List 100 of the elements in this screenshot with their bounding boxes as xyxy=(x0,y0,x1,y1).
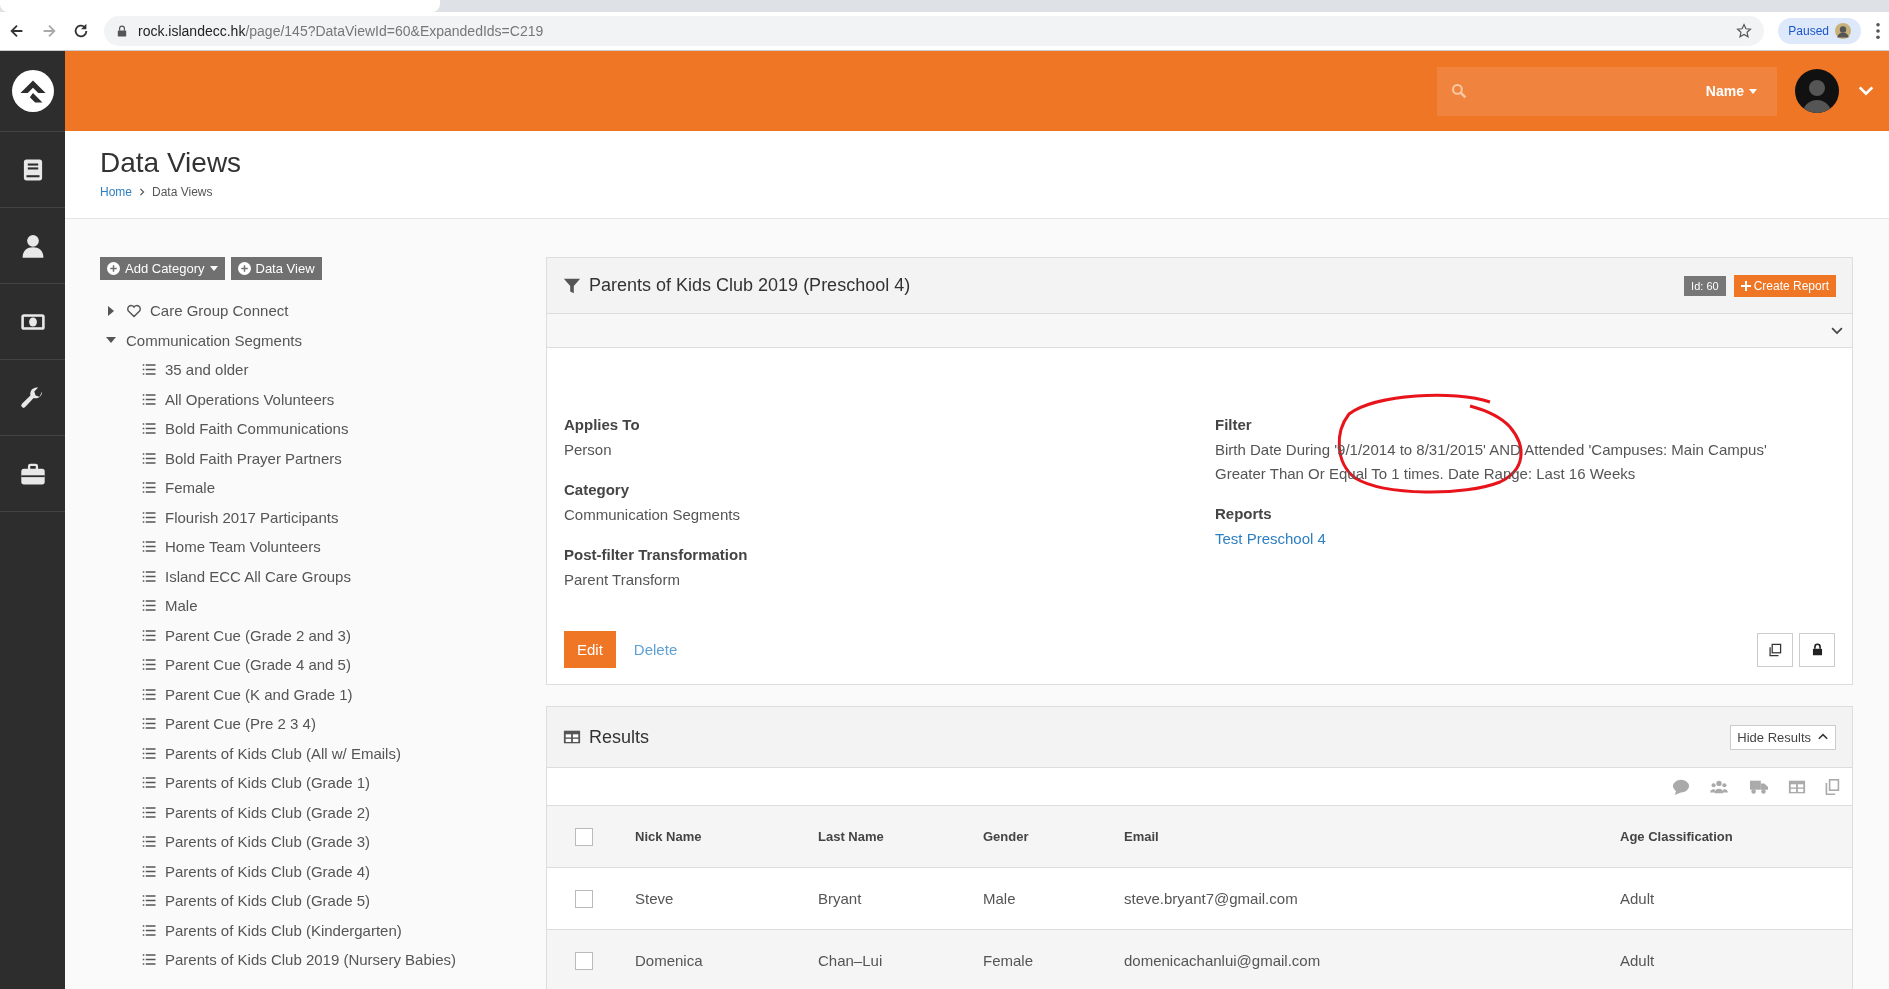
toolbar-button[interactable]: Data View xyxy=(230,257,322,280)
list-icon xyxy=(142,804,157,820)
list-icon xyxy=(142,480,157,496)
tree-item[interactable]: Parents of Kids Club (Grade 3) xyxy=(165,833,371,851)
tree-item[interactable]: Female xyxy=(165,479,216,497)
address-bar[interactable]: rock.islandecc.hk/page/145?DataViewId=60&ExpandedIds=C219 xyxy=(104,16,1765,46)
more-icon xyxy=(1875,22,1881,40)
toolbar-button[interactable]: Add Category xyxy=(100,257,225,280)
list-icon xyxy=(142,686,157,702)
table-cell-text: Female xyxy=(983,952,1035,969)
list-icon xyxy=(142,922,157,938)
column-header[interactable]: Nick Name xyxy=(635,829,818,844)
field-label: Applies To xyxy=(564,416,641,433)
tree-item[interactable]: Flourish 2017 Participants xyxy=(165,508,339,526)
id-badge: Id: 60 xyxy=(1684,275,1726,296)
copy-button[interactable] xyxy=(1757,632,1793,667)
table-cell-text: Steve xyxy=(635,890,675,907)
tree-item[interactable]: 35 and older xyxy=(165,361,249,379)
tree-item[interactable]: Parents of Kids Club (Grade 1) xyxy=(165,774,371,792)
avatar-icon xyxy=(1835,23,1851,39)
tree-item[interactable]: Parent Cue (K and Grade 1) xyxy=(165,685,353,703)
caret-down-icon xyxy=(1749,88,1757,94)
hide-results-button[interactable]: Hide Results xyxy=(1730,724,1836,750)
panel-title: Parents of Kids Club 2019 (Preschool 4) xyxy=(589,275,912,296)
table-cell-text: Domenica xyxy=(635,952,704,969)
tree-item[interactable]: Care Group Connect xyxy=(150,302,289,320)
list-icon xyxy=(142,627,157,643)
column-header[interactable]: Email xyxy=(1124,829,1620,844)
tree-item[interactable]: Parents of Kids Club (Grade 4) xyxy=(165,862,371,880)
caret-right-icon xyxy=(108,305,114,316)
heart-icon xyxy=(126,302,142,319)
plus-circle-icon xyxy=(107,262,120,275)
select-all-checkbox[interactable] xyxy=(575,827,593,846)
search-icon xyxy=(1451,83,1467,99)
tree-item[interactable]: Parents of Kids Club (All w/ Emails) xyxy=(165,744,401,762)
table-cell-text: Adult xyxy=(1620,890,1656,907)
plus-circle-icon xyxy=(237,262,251,275)
tree-item[interactable]: Parent Cue (Grade 2 and 3) xyxy=(165,626,351,644)
lock-icon xyxy=(1810,643,1824,656)
copy-icon xyxy=(1768,642,1782,657)
field-label: Category xyxy=(564,481,631,498)
breadcrumb-current: Data Views xyxy=(152,185,213,199)
field-value: Communication Segments xyxy=(564,505,741,525)
table-icon xyxy=(563,728,581,746)
page-title: Data Views xyxy=(100,147,243,179)
list-icon xyxy=(142,863,157,879)
report-link[interactable]: Test Preschool 4 xyxy=(1215,530,1326,547)
list-icon xyxy=(142,391,157,407)
field-value: Parent Transform xyxy=(564,570,681,590)
tree-item[interactable]: Communication Segments xyxy=(126,331,302,349)
security-button[interactable] xyxy=(1799,632,1835,667)
tree-item[interactable]: Island ECC All Care Groups xyxy=(165,567,351,585)
tree-item[interactable]: All Operations Volunteers xyxy=(165,390,335,408)
list-icon xyxy=(142,716,157,732)
list-icon xyxy=(142,745,157,761)
tree-item[interactable]: Bold Faith Prayer Partners xyxy=(165,449,342,467)
list-icon xyxy=(142,775,157,791)
field-label: Reports xyxy=(1215,505,1273,522)
caret-down-icon xyxy=(106,337,116,344)
plus-icon xyxy=(1740,280,1751,291)
table-cell-text: Bryant xyxy=(818,890,863,907)
reload-icon xyxy=(72,22,90,40)
field-value: Person xyxy=(564,440,613,460)
row-checkbox[interactable] xyxy=(575,951,593,970)
column-header[interactable]: Age Classification xyxy=(1620,829,1852,844)
table-cell-text: steve.bryant7@gmail.com xyxy=(1124,890,1299,907)
field-label: Post-filter Transformation xyxy=(564,546,749,563)
tree-item[interactable]: Parents of Kids Club (Kindergarten) xyxy=(165,921,402,939)
panel-title: Results xyxy=(589,726,651,748)
list-icon xyxy=(142,657,157,673)
table-cell-text: domenicachanlui@gmail.com xyxy=(1124,952,1322,969)
breadcrumb-link[interactable]: Home xyxy=(100,185,132,199)
column-header[interactable]: Last Name xyxy=(818,829,983,844)
list-icon xyxy=(142,568,157,584)
list-icon xyxy=(142,834,157,850)
speech-bubble-icon xyxy=(1672,777,1690,796)
tree-item[interactable]: Parents of Kids Club (Grade 2) xyxy=(165,803,371,821)
tree-item[interactable]: Bold Faith Communications xyxy=(165,420,349,438)
tree-item[interactable]: Male xyxy=(165,597,198,615)
tree-item[interactable]: Parents of Kids Club (Grade 5) xyxy=(165,892,371,910)
row-checkbox[interactable] xyxy=(575,889,593,908)
table-cell-text: Chan–Lui xyxy=(818,952,884,969)
list-icon xyxy=(142,509,157,525)
list-icon xyxy=(142,421,157,437)
logo-icon xyxy=(11,70,54,112)
star-icon xyxy=(1736,23,1753,39)
table-cell-text: Male xyxy=(983,890,1017,907)
tree-item[interactable]: Home Team Volunteers xyxy=(165,538,321,556)
avatar[interactable] xyxy=(1795,69,1839,113)
copy-icon xyxy=(1824,777,1840,796)
list-icon xyxy=(142,598,157,614)
profile-button[interactable]: Paused xyxy=(1778,18,1861,44)
lock-icon xyxy=(116,25,128,37)
tree-item[interactable]: Parents of Kids Club 2019 (Nursery Babies) xyxy=(165,951,456,969)
list-icon xyxy=(142,952,157,968)
column-header[interactable]: Gender xyxy=(983,829,1124,844)
field-label: Filter xyxy=(1215,416,1253,433)
caret-down-icon xyxy=(209,266,218,271)
tree-item[interactable]: Parent Cue (Pre 2 3 4) xyxy=(165,715,316,733)
tree-item[interactable]: Parent Cue (Grade 4 and 5) xyxy=(165,656,351,674)
